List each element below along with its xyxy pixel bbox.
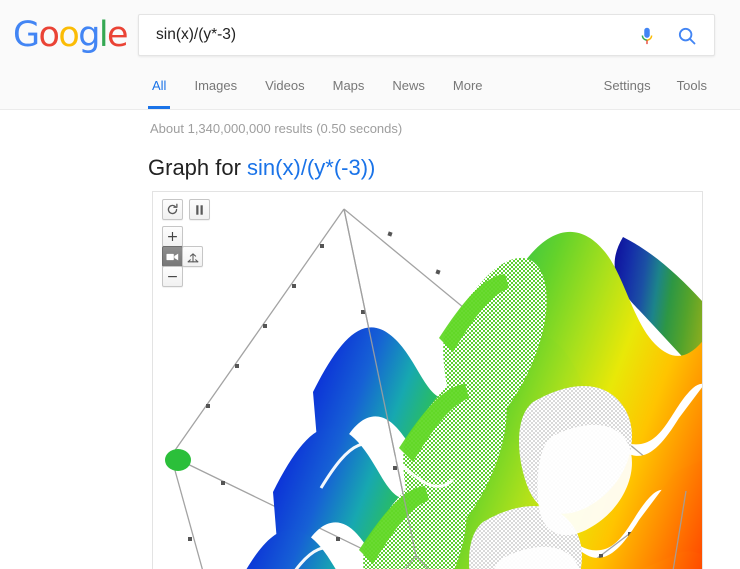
graph-panel[interactable]: + − <box>152 191 703 569</box>
google-logo[interactable]: Google <box>13 15 129 55</box>
zoom-in-label: + <box>166 228 179 245</box>
graph-zoom-controls: + − <box>162 226 210 288</box>
tab-all[interactable]: All <box>138 72 180 109</box>
refresh-icon <box>167 203 178 215</box>
surface-corner-blob <box>165 449 191 471</box>
tab-videos[interactable]: Videos <box>251 72 319 109</box>
pan-camera-button[interactable] <box>162 246 183 267</box>
search-tabs-right: Settings Tools <box>591 72 720 109</box>
move-axes-icon <box>187 252 198 262</box>
zoom-out-label: − <box>166 268 179 285</box>
logo-letter-3: g <box>78 15 100 55</box>
tab-more[interactable]: More <box>439 72 497 109</box>
zoom-out-button[interactable]: − <box>162 266 183 287</box>
tab-images[interactable]: Images <box>180 72 251 109</box>
graph-playback-controls <box>162 199 210 220</box>
microphone-icon[interactable] <box>636 25 658 47</box>
search-icon[interactable] <box>676 25 698 47</box>
tab-maps[interactable]: Maps <box>319 72 379 109</box>
tools-button[interactable]: Tools <box>664 72 720 109</box>
search-input[interactable] <box>154 15 634 55</box>
zoom-in-button[interactable]: + <box>162 226 183 247</box>
reset-view-button[interactable] <box>162 199 183 220</box>
surface-plot[interactable] <box>153 192 703 569</box>
result-stats: About 1,340,000,000 results (0.50 second… <box>150 121 403 136</box>
search-box[interactable] <box>138 14 715 56</box>
logo-letter-0: G <box>13 15 40 55</box>
pause-icon <box>196 204 203 215</box>
search-header: Google AllImagesVideosMapsNewsMore Setti… <box>0 0 740 110</box>
pause-button[interactable] <box>189 199 210 220</box>
search-tabs: All Images Videos Maps News More Settings Tool… <box>0 72 740 110</box>
search-tabs-left: All Images Videos Maps News More <box>138 72 497 109</box>
page-title: Graph for sin(x)/(y*(-3)) <box>148 155 375 181</box>
logo-letter-1: o <box>38 15 60 55</box>
graph-title-prefix: Graph for <box>148 155 248 180</box>
settings-button[interactable]: Settings <box>591 72 664 109</box>
rotate-axes-button[interactable] <box>182 246 203 267</box>
logo-letter-4: l <box>98 15 109 55</box>
tab-news[interactable]: News <box>378 72 439 109</box>
camera-icon <box>166 253 179 260</box>
logo-letter-5: e <box>106 15 129 55</box>
logo-letter-2: o <box>58 15 79 55</box>
graph-expression: sin(x)/(y*(-3)) <box>247 155 376 180</box>
